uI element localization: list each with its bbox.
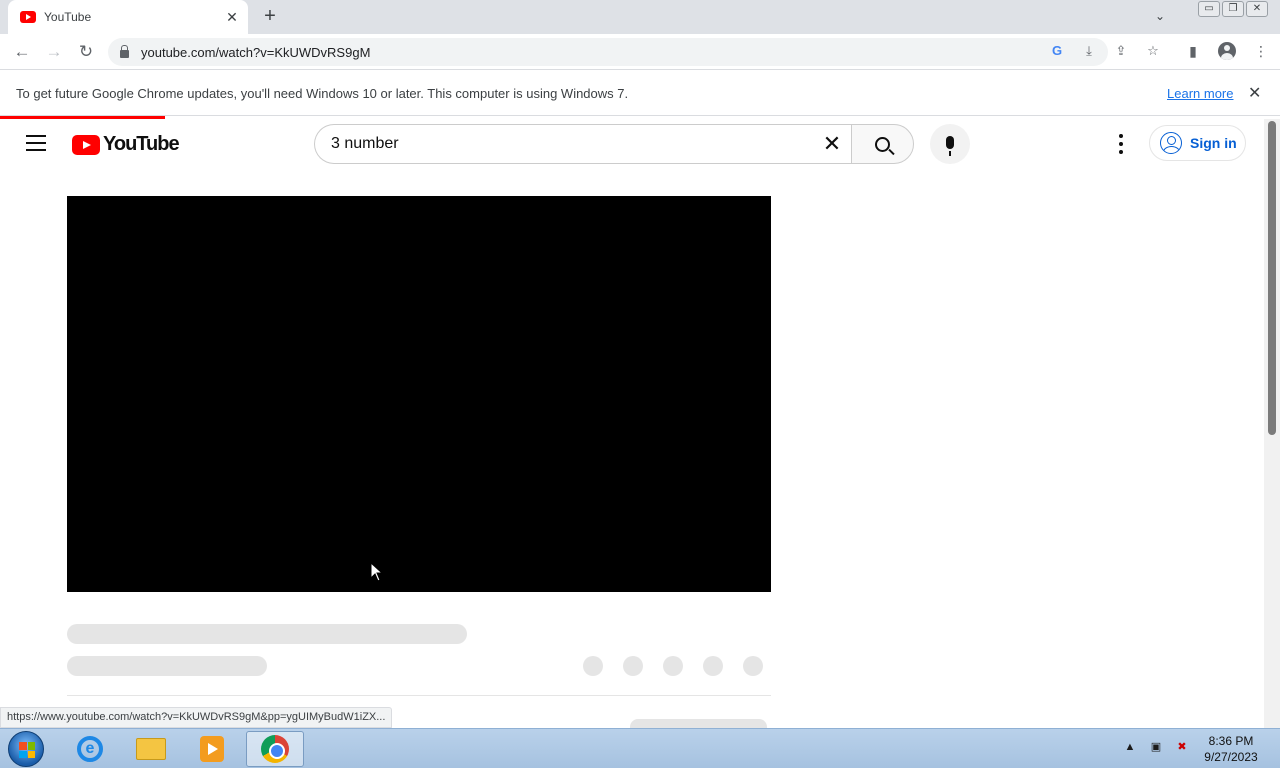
voice-search-button[interactable] (930, 124, 970, 164)
show-hidden-icons-icon[interactable]: ▲ (1122, 739, 1138, 755)
share-icon[interactable]: ⇪ (1112, 42, 1130, 60)
url-text[interactable]: youtube.com/watch?v=KkUWDvRS9gM (141, 45, 370, 60)
clear-search-icon[interactable]: ✕ (812, 131, 852, 157)
action-placeholder (623, 656, 643, 676)
action-placeholder (663, 656, 683, 676)
clock-date: 9/27/2023 (1204, 750, 1258, 764)
divider (67, 695, 771, 696)
back-button[interactable]: ← (10, 40, 34, 64)
sign-in-button[interactable]: Sign in (1149, 125, 1246, 161)
youtube-logo[interactable]: YouTube (72, 133, 180, 156)
network-icon[interactable]: ▣ (1148, 739, 1164, 755)
tab-search-icon[interactable]: ⌄ (1150, 6, 1170, 26)
internet-explorer-icon: e (77, 736, 103, 762)
media-player-icon (200, 736, 224, 762)
chrome-menu-icon[interactable]: ⋮ (1250, 40, 1272, 62)
chrome-icon (261, 735, 289, 763)
lock-icon[interactable] (120, 44, 129, 58)
search-icon (875, 136, 890, 152)
windows-logo-icon (19, 742, 35, 758)
tab-title: YouTube (44, 10, 92, 24)
title-placeholder (67, 624, 467, 644)
reload-button[interactable]: ↻ (74, 40, 98, 64)
close-window-button[interactable]: ✕ (1246, 1, 1268, 17)
video-player[interactable] (67, 196, 771, 592)
button-placeholder (630, 719, 767, 728)
restore-button[interactable]: ❐ (1222, 1, 1244, 17)
new-tab-button[interactable]: + (259, 5, 281, 27)
youtube-header: YouTube 3 number ✕ Sign in (0, 119, 1264, 169)
taskbar-media-player[interactable] (183, 731, 241, 767)
youtube-play-icon (72, 134, 100, 155)
toolbar-right: ▮ ⋮ (1182, 40, 1272, 62)
scrollbar-thumb[interactable] (1268, 121, 1276, 435)
taskbar-chrome[interactable] (246, 731, 304, 767)
search-query[interactable]: 3 number (331, 135, 812, 153)
windows-taskbar: e ▲ ▣ ✖ 8:36 PM 9/27/2023 (0, 728, 1280, 768)
account-icon (1160, 132, 1182, 154)
infobar-message: To get future Google Chrome updates, you… (16, 85, 629, 101)
action-placeholder (743, 656, 763, 676)
address-bar[interactable]: youtube.com/watch?v=KkUWDvRS9gM (108, 38, 1108, 66)
tab-youtube[interactable]: YouTube ✕ (8, 0, 248, 34)
taskbar-internet-explorer[interactable]: e (61, 731, 119, 767)
search-input[interactable]: 3 number ✕ (314, 124, 852, 164)
menu-icon[interactable] (26, 135, 46, 151)
side-panel-icon[interactable]: ▮ (1182, 40, 1204, 62)
clock-time: 8:36 PM (1208, 734, 1254, 748)
google-lens-icon[interactable]: G (1048, 42, 1066, 60)
microphone-icon (946, 135, 954, 156)
youtube-favicon-icon (20, 11, 36, 23)
system-clock[interactable]: 8:36 PM 9/27/2023 (1196, 733, 1266, 765)
volume-muted-icon[interactable]: ✖ (1174, 739, 1190, 755)
system-tray: ▲ ▣ ✖ (1122, 739, 1190, 755)
folder-icon (136, 738, 166, 760)
start-button[interactable] (8, 731, 44, 767)
install-app-icon[interactable]: ⤓ (1080, 42, 1098, 60)
window-controls: ▭ ❐ ✕ (1198, 1, 1268, 17)
channel-placeholder (67, 656, 267, 676)
settings-menu-icon[interactable] (1112, 134, 1130, 154)
logo-text: YouTube (103, 133, 180, 155)
bookmark-star-icon[interactable]: ☆ (1144, 42, 1162, 60)
infobar-close-icon[interactable]: ✕ (1248, 83, 1261, 103)
status-url-bubble: https://www.youtube.com/watch?v=KkUWDvRS… (0, 707, 393, 728)
action-placeholder (583, 656, 603, 676)
search-button[interactable] (851, 124, 914, 164)
profile-icon[interactable] (1216, 40, 1238, 62)
minimize-button[interactable]: ▭ (1198, 1, 1220, 17)
omnibox-actions: G ⤓ ⇪ ☆ (1048, 42, 1162, 60)
tab-close-icon[interactable]: ✕ (224, 9, 240, 26)
sign-in-label: Sign in (1190, 135, 1237, 151)
action-placeholder (703, 656, 723, 676)
update-infobar: To get future Google Chrome updates, you… (0, 71, 1280, 116)
taskbar-file-explorer[interactable] (122, 731, 180, 767)
forward-button[interactable]: → (42, 40, 66, 64)
mouse-cursor-icon (370, 562, 384, 582)
tab-strip: YouTube ✕ + ⌄ ▭ ❐ ✕ (0, 0, 1280, 34)
page-scrollbar[interactable] (1264, 119, 1280, 728)
learn-more-link[interactable]: Learn more (1167, 86, 1233, 101)
